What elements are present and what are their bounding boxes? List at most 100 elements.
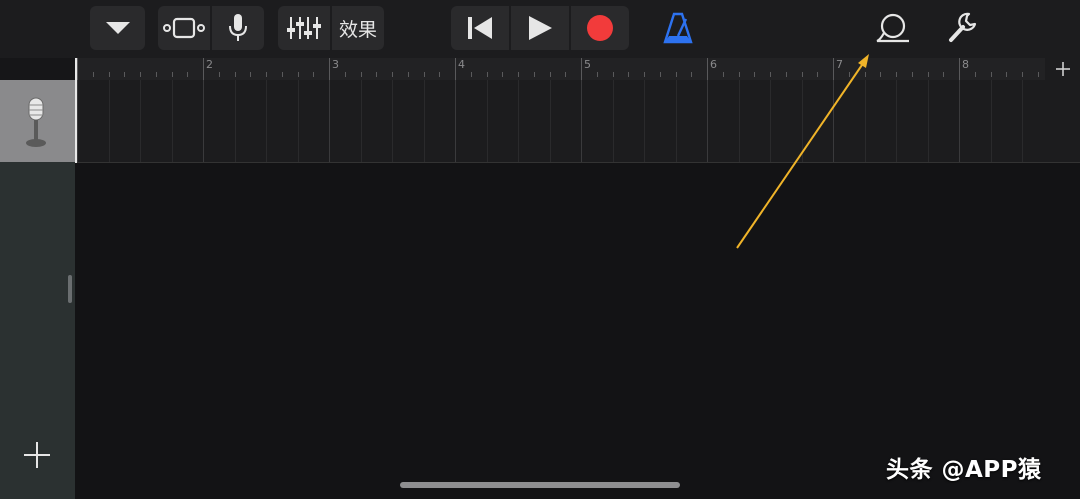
bar-line [455,58,456,80]
grid-line [392,80,393,162]
home-indicator[interactable] [400,482,680,488]
ruler-tick [596,72,598,77]
grid-line [140,80,141,162]
ruler-tick [423,72,425,77]
grid-line [738,80,740,162]
plus-icon [1055,62,1070,76]
play-button[interactable] [511,6,569,50]
settings-button[interactable] [941,6,985,50]
ruler-tick [392,72,393,77]
ruler-tick [407,72,409,77]
grid-line [896,80,897,162]
ruler-tick [234,72,236,77]
bar-line [959,58,960,80]
bar-line [77,58,78,80]
bar-line [833,58,834,80]
bar-number: 3 [332,58,339,71]
ruler-tick [470,72,472,77]
grid-line [675,80,677,162]
ruler-tick [644,72,645,77]
ruler-tick [801,72,803,77]
grid-line [77,80,78,162]
bar-number: 8 [962,58,969,71]
ruler-tick [612,72,614,77]
ruler-tick [549,72,551,77]
grid-line [266,80,267,162]
effects-button[interactable]: 效果 [332,6,384,50]
grid-line [581,80,582,162]
transport-group [451,6,629,50]
ruler-tick [297,72,299,77]
record-button[interactable] [571,6,629,50]
add-section-button[interactable] [1045,58,1080,80]
mixer-sliders-icon [287,17,321,39]
tracks-view-icon [163,17,205,39]
grid-line [423,80,425,162]
grid-line [171,80,173,162]
ruler-tick [360,72,362,77]
sidebar-resize-handle[interactable] [68,275,72,303]
grid-line [801,80,803,162]
grid-line [864,80,866,162]
add-track-button[interactable] [20,438,54,472]
bar-line [329,58,330,80]
ruler-tick [927,72,929,77]
top-toolbar: 效果 [0,0,1080,58]
grid-line [518,80,519,162]
browser-dropdown-button[interactable] [90,6,145,50]
grid-line [644,80,645,162]
ruler-tick [518,72,519,77]
grid-line [1022,80,1023,162]
grid-line [360,80,362,162]
ruler-tick [250,72,252,77]
microphone-instrument-icon [26,97,46,147]
ruler-tick [140,72,141,77]
grid-line [549,80,551,162]
rewind-button[interactable] [451,6,509,50]
ruler-tick [344,72,346,77]
ruler-tick [486,72,488,77]
grid-line [455,80,456,162]
metronome-icon [663,12,693,44]
loop-browser-button[interactable] [871,6,915,50]
empty-track-area[interactable] [75,163,1080,499]
bar-number: 5 [584,58,591,71]
ruler-tick [943,72,945,77]
loop-browser-icon [876,13,909,43]
grid-line [108,80,110,162]
ruler-tick [864,72,866,77]
grid-line [707,80,708,162]
timeline-ruler[interactable]: 2 3 4 5 6 7 8 [75,58,1045,80]
ruler-tick [628,72,630,77]
grid-line [959,80,960,162]
view-group [158,6,264,50]
plus-icon [24,442,50,468]
track-header[interactable] [0,80,75,162]
instrument-button[interactable] [212,6,264,50]
tracks-view-button[interactable] [158,6,210,50]
grid-line [612,80,614,162]
metronome-button[interactable] [656,6,700,50]
ruler-tick [281,72,283,77]
bar-number: 6 [710,58,717,71]
ruler-tick [848,72,850,77]
ruler-tick [770,72,771,77]
ruler-tick [187,72,189,77]
playhead[interactable] [75,58,77,163]
bar-number: 2 [206,58,213,71]
ruler-tick [124,72,126,77]
ruler-tick [817,72,819,77]
ruler-tick [266,72,267,77]
watermark: 头条 @APP猿 [886,457,1042,483]
dropdown-group [90,6,145,50]
ruler-tick [502,72,504,77]
mixer-button[interactable] [278,6,330,50]
ruler-tick [785,72,787,77]
bar-line [581,58,582,80]
play-icon [529,16,552,40]
bar-number: 7 [836,58,843,71]
track-lane[interactable] [75,80,1080,163]
grid-line [203,80,204,162]
grid-line [234,80,236,162]
mixer-group: 效果 [278,6,384,50]
